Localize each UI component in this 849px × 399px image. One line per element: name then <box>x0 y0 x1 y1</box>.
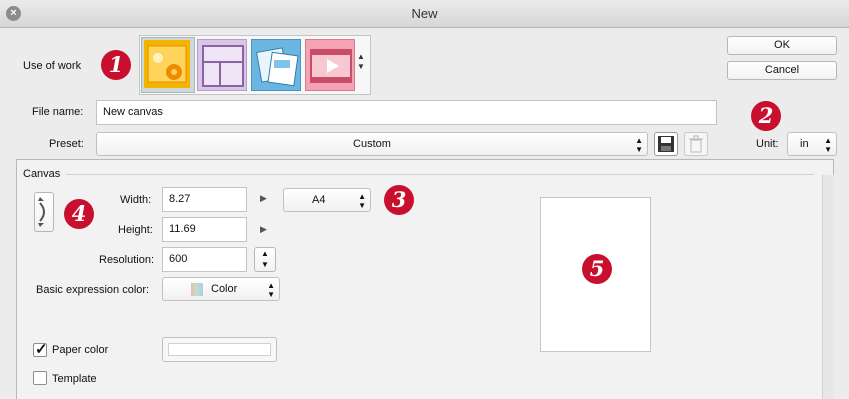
basic-expression-color-select[interactable]: Color ▲ ▼ <box>162 277 280 301</box>
comic-icon <box>202 45 244 87</box>
close-icon[interactable]: × <box>6 6 21 21</box>
use-of-work-label: Use of work <box>23 60 82 72</box>
orientation-swap-button[interactable] <box>34 192 54 232</box>
webtoon-icon <box>256 47 299 87</box>
color-swatch-icon <box>191 283 203 296</box>
use-of-work-option-comic[interactable] <box>197 39 247 91</box>
trash-icon <box>689 135 703 153</box>
resolution-label: Resolution: <box>99 254 155 266</box>
unit-label: Unit: <box>756 138 779 150</box>
callout-badge-5: 5 <box>582 254 612 284</box>
cancel-button[interactable]: Cancel <box>727 61 837 80</box>
use-of-work-scroll-stepper[interactable]: ▲ ▼ <box>357 52 365 72</box>
chevron-updown-icon: ▲ ▼ <box>358 192 366 210</box>
resolution-stepper[interactable]: ▲ ▼ <box>254 247 276 272</box>
template-label: Template <box>52 373 97 385</box>
chevron-updown-icon: ▲ ▼ <box>267 281 275 299</box>
preset-value: Custom <box>353 138 391 150</box>
template-checkbox[interactable] <box>33 371 47 385</box>
chevron-updown-icon: ▲ ▼ <box>824 136 832 154</box>
use-of-work-option-webtoon[interactable] <box>251 39 301 91</box>
paper-color-fill <box>168 343 271 356</box>
height-label: Height: <box>118 224 153 236</box>
window-title: New <box>411 6 438 21</box>
chevron-updown-icon: ▲ ▼ <box>635 136 643 154</box>
section-divider <box>66 174 814 175</box>
illustration-icon <box>144 40 190 88</box>
caret-right-icon[interactable]: ▶ <box>260 193 267 204</box>
rotate-icon <box>38 197 45 227</box>
caret-right-icon[interactable]: ▶ <box>260 224 267 235</box>
preset-label: Preset: <box>49 138 84 150</box>
file-name-input[interactable]: New canvas <box>96 100 717 125</box>
basic-expression-color-value: Color <box>211 283 238 295</box>
unit-value: in <box>800 138 809 150</box>
width-input[interactable]: 8.27 <box>162 187 247 212</box>
width-label: Width: <box>120 194 152 206</box>
save-preset-button[interactable] <box>654 132 678 156</box>
callout-badge-4: 4 <box>64 199 94 229</box>
unit-select[interactable]: in ▲ ▼ <box>787 132 837 156</box>
paper-color-checkbox[interactable]: ✓ <box>33 341 48 358</box>
callout-badge-2: 2 <box>751 101 781 131</box>
save-icon <box>658 136 674 152</box>
resolution-input[interactable]: 600 <box>162 247 247 272</box>
checkmark-icon: ✓ <box>35 341 48 358</box>
height-input[interactable]: 11.69 <box>162 217 247 242</box>
scrollbar[interactable] <box>822 175 834 399</box>
animation-icon <box>310 49 352 83</box>
paper-color-label: Paper color <box>52 344 109 356</box>
basic-expression-color-label: Basic expression color: <box>36 284 150 296</box>
file-name-label: File name: <box>32 106 84 118</box>
canvas-section-label: Canvas <box>23 168 61 180</box>
paper-color-swatch[interactable] <box>162 337 277 362</box>
ok-button[interactable]: OK <box>727 36 837 55</box>
delete-preset-button[interactable] <box>684 132 708 156</box>
callout-badge-3: 3 <box>384 185 414 215</box>
use-of-work-option-animation[interactable] <box>305 39 355 91</box>
paper-size-value: A4 <box>312 194 326 206</box>
paper-size-select[interactable]: A4 ▲ ▼ <box>283 188 371 212</box>
preset-select[interactable]: Custom ▲ ▼ <box>96 132 648 156</box>
callout-badge-1: 1 <box>101 50 131 80</box>
